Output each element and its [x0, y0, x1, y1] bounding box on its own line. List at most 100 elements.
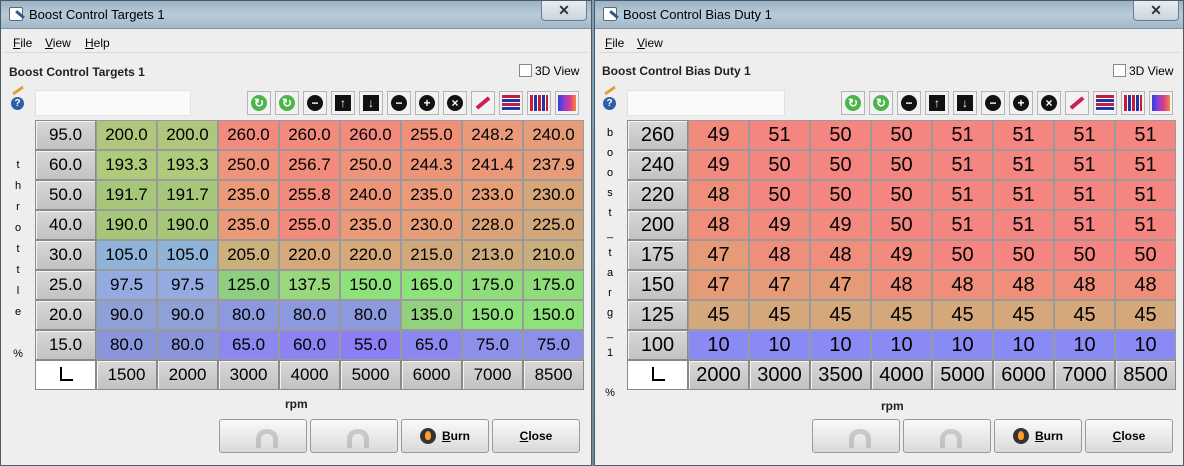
- table-cell[interactable]: 230.0: [523, 180, 584, 210]
- table-cell[interactable]: 256.7: [279, 150, 340, 180]
- edit-icon[interactable]: [11, 85, 25, 95]
- table-cell[interactable]: 80.0: [340, 300, 401, 330]
- column-header[interactable]: 6000: [993, 360, 1054, 390]
- row-header[interactable]: 95.0: [35, 120, 96, 150]
- table-cell[interactable]: 215.0: [401, 240, 462, 270]
- toolbar-button[interactable]: [527, 91, 551, 115]
- table-cell[interactable]: 235.0: [218, 180, 279, 210]
- view-3d-checkbox[interactable]: [1113, 64, 1126, 77]
- table-cell[interactable]: 51: [1115, 210, 1176, 240]
- table-cell[interactable]: 50: [871, 120, 932, 150]
- table-cell[interactable]: 50: [871, 210, 932, 240]
- row-header[interactable]: 240: [627, 150, 688, 180]
- table-cell[interactable]: 255.0: [401, 120, 462, 150]
- table-cell[interactable]: 150.0: [523, 300, 584, 330]
- table-cell[interactable]: 75.0: [462, 330, 523, 360]
- help-icon[interactable]: ?: [11, 97, 24, 110]
- toolbar-button[interactable]: [555, 91, 579, 115]
- table-cell[interactable]: 45: [749, 300, 810, 330]
- table-cell[interactable]: 190.0: [96, 210, 157, 240]
- table-cell[interactable]: 48: [688, 180, 749, 210]
- column-header[interactable]: 1500: [96, 360, 157, 390]
- table-cell[interactable]: 51: [1115, 150, 1176, 180]
- toolbar-button[interactable]: ↑: [331, 91, 355, 115]
- toolbar-button[interactable]: ↻: [869, 91, 893, 115]
- table-cell[interactable]: 50: [810, 150, 871, 180]
- table-cell[interactable]: 125.0: [218, 270, 279, 300]
- table-cell[interactable]: 213.0: [462, 240, 523, 270]
- table-cell[interactable]: 241.4: [462, 150, 523, 180]
- table-cell[interactable]: 48: [1115, 270, 1176, 300]
- table-cell[interactable]: 48: [993, 270, 1054, 300]
- menu-file[interactable]: File: [13, 36, 32, 50]
- table-cell[interactable]: 80.0: [96, 330, 157, 360]
- table-cell[interactable]: 150.0: [340, 270, 401, 300]
- column-header[interactable]: 2000: [157, 360, 218, 390]
- table-cell[interactable]: 235.0: [218, 210, 279, 240]
- redo-button[interactable]: [310, 419, 398, 453]
- row-header[interactable]: 200: [627, 210, 688, 240]
- row-header[interactable]: 60.0: [35, 150, 96, 180]
- table-cell[interactable]: 191.7: [96, 180, 157, 210]
- row-header[interactable]: 150: [627, 270, 688, 300]
- row-header[interactable]: 20.0: [35, 300, 96, 330]
- table-cell[interactable]: 45: [1115, 300, 1176, 330]
- table-cell[interactable]: 48: [932, 270, 993, 300]
- table-cell[interactable]: 49: [810, 210, 871, 240]
- table-cell[interactable]: 48: [810, 240, 871, 270]
- table-cell[interactable]: 49: [749, 210, 810, 240]
- table-cell[interactable]: 49: [871, 240, 932, 270]
- table-cell[interactable]: 48: [688, 210, 749, 240]
- table-cell[interactable]: 47: [749, 270, 810, 300]
- table-cell[interactable]: 51: [993, 210, 1054, 240]
- toolbar-button[interactable]: ×: [443, 91, 467, 115]
- toolbar-button[interactable]: −: [981, 91, 1005, 115]
- table-cell[interactable]: 233.0: [462, 180, 523, 210]
- table-cell[interactable]: 90.0: [96, 300, 157, 330]
- table-cell[interactable]: 10: [932, 330, 993, 360]
- table-cell[interactable]: 45: [932, 300, 993, 330]
- table-cell[interactable]: 165.0: [401, 270, 462, 300]
- table-cell[interactable]: 175.0: [462, 270, 523, 300]
- table-cell[interactable]: 210.0: [523, 240, 584, 270]
- title-bar[interactable]: Boost Control Targets 1: [1, 1, 591, 29]
- view-3d-toggle[interactable]: 3D View: [519, 64, 579, 78]
- table-cell[interactable]: 51: [1115, 120, 1176, 150]
- table-cell[interactable]: 65.0: [218, 330, 279, 360]
- table-cell[interactable]: 49: [688, 120, 749, 150]
- table-cell[interactable]: 225.0: [523, 210, 584, 240]
- row-header[interactable]: 50.0: [35, 180, 96, 210]
- table-cell[interactable]: 80.0: [279, 300, 340, 330]
- table-cell[interactable]: 235.0: [340, 210, 401, 240]
- row-header[interactable]: 125: [627, 300, 688, 330]
- menu-help[interactable]: Help: [85, 36, 110, 50]
- row-header[interactable]: 100: [627, 330, 688, 360]
- table-cell[interactable]: 193.3: [96, 150, 157, 180]
- table-cell[interactable]: 51: [1054, 210, 1115, 240]
- table-cell[interactable]: 220.0: [279, 240, 340, 270]
- table-cell[interactable]: 50: [1115, 240, 1176, 270]
- table-cell[interactable]: 230.0: [401, 210, 462, 240]
- table-cell[interactable]: 50: [993, 240, 1054, 270]
- table-cell[interactable]: 200.0: [96, 120, 157, 150]
- table-cell[interactable]: 45: [1054, 300, 1115, 330]
- burn-button[interactable]: Burn: [994, 419, 1082, 453]
- column-header[interactable]: 3000: [749, 360, 810, 390]
- table-cell[interactable]: 255.0: [279, 210, 340, 240]
- redo-button[interactable]: [903, 419, 991, 453]
- toolbar-button[interactable]: ↻: [275, 91, 299, 115]
- table-cell[interactable]: 51: [932, 150, 993, 180]
- menu-view[interactable]: View: [637, 36, 663, 50]
- table-cell[interactable]: 220.0: [340, 240, 401, 270]
- undo-button[interactable]: [219, 419, 307, 453]
- table-cell[interactable]: 80.0: [157, 330, 218, 360]
- table-cell[interactable]: 50: [871, 180, 932, 210]
- table-cell[interactable]: 50: [871, 150, 932, 180]
- column-header[interactable]: 5000: [340, 360, 401, 390]
- table-cell[interactable]: 51: [932, 180, 993, 210]
- table-cell[interactable]: 50: [810, 180, 871, 210]
- table-cell[interactable]: 45: [993, 300, 1054, 330]
- table-cell[interactable]: 10: [810, 330, 871, 360]
- column-header[interactable]: 4000: [279, 360, 340, 390]
- table-cell[interactable]: 48: [749, 240, 810, 270]
